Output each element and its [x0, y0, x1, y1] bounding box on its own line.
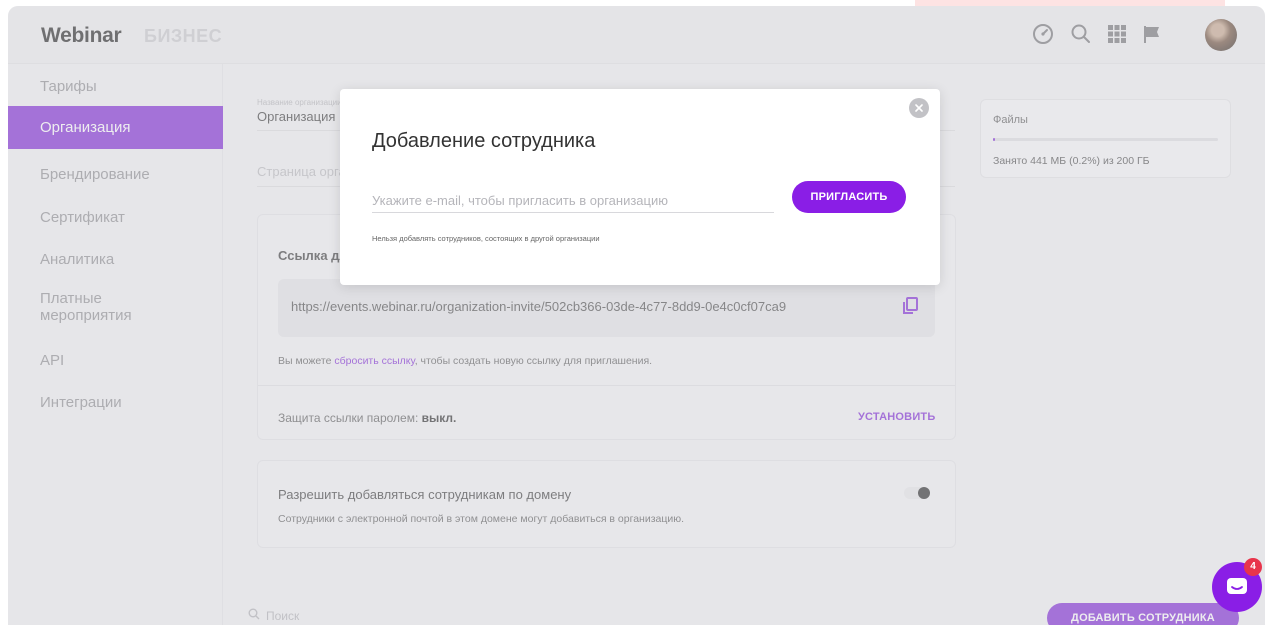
chat-notification-badge: 4 — [1244, 558, 1262, 576]
modal-note: Нельзя добавлять сотрудников, состоящих … — [372, 234, 600, 243]
add-employee-modal: Добавление сотрудника ПРИГЛАСИТЬ Нельзя … — [340, 89, 940, 285]
close-button[interactable] — [909, 98, 929, 118]
close-icon — [915, 104, 923, 112]
invite-email-input[interactable] — [372, 189, 774, 213]
modal-title: Добавление сотрудника — [372, 130, 596, 152]
chat-icon — [1227, 578, 1247, 594]
invite-button[interactable]: ПРИГЛАСИТЬ — [792, 181, 906, 213]
